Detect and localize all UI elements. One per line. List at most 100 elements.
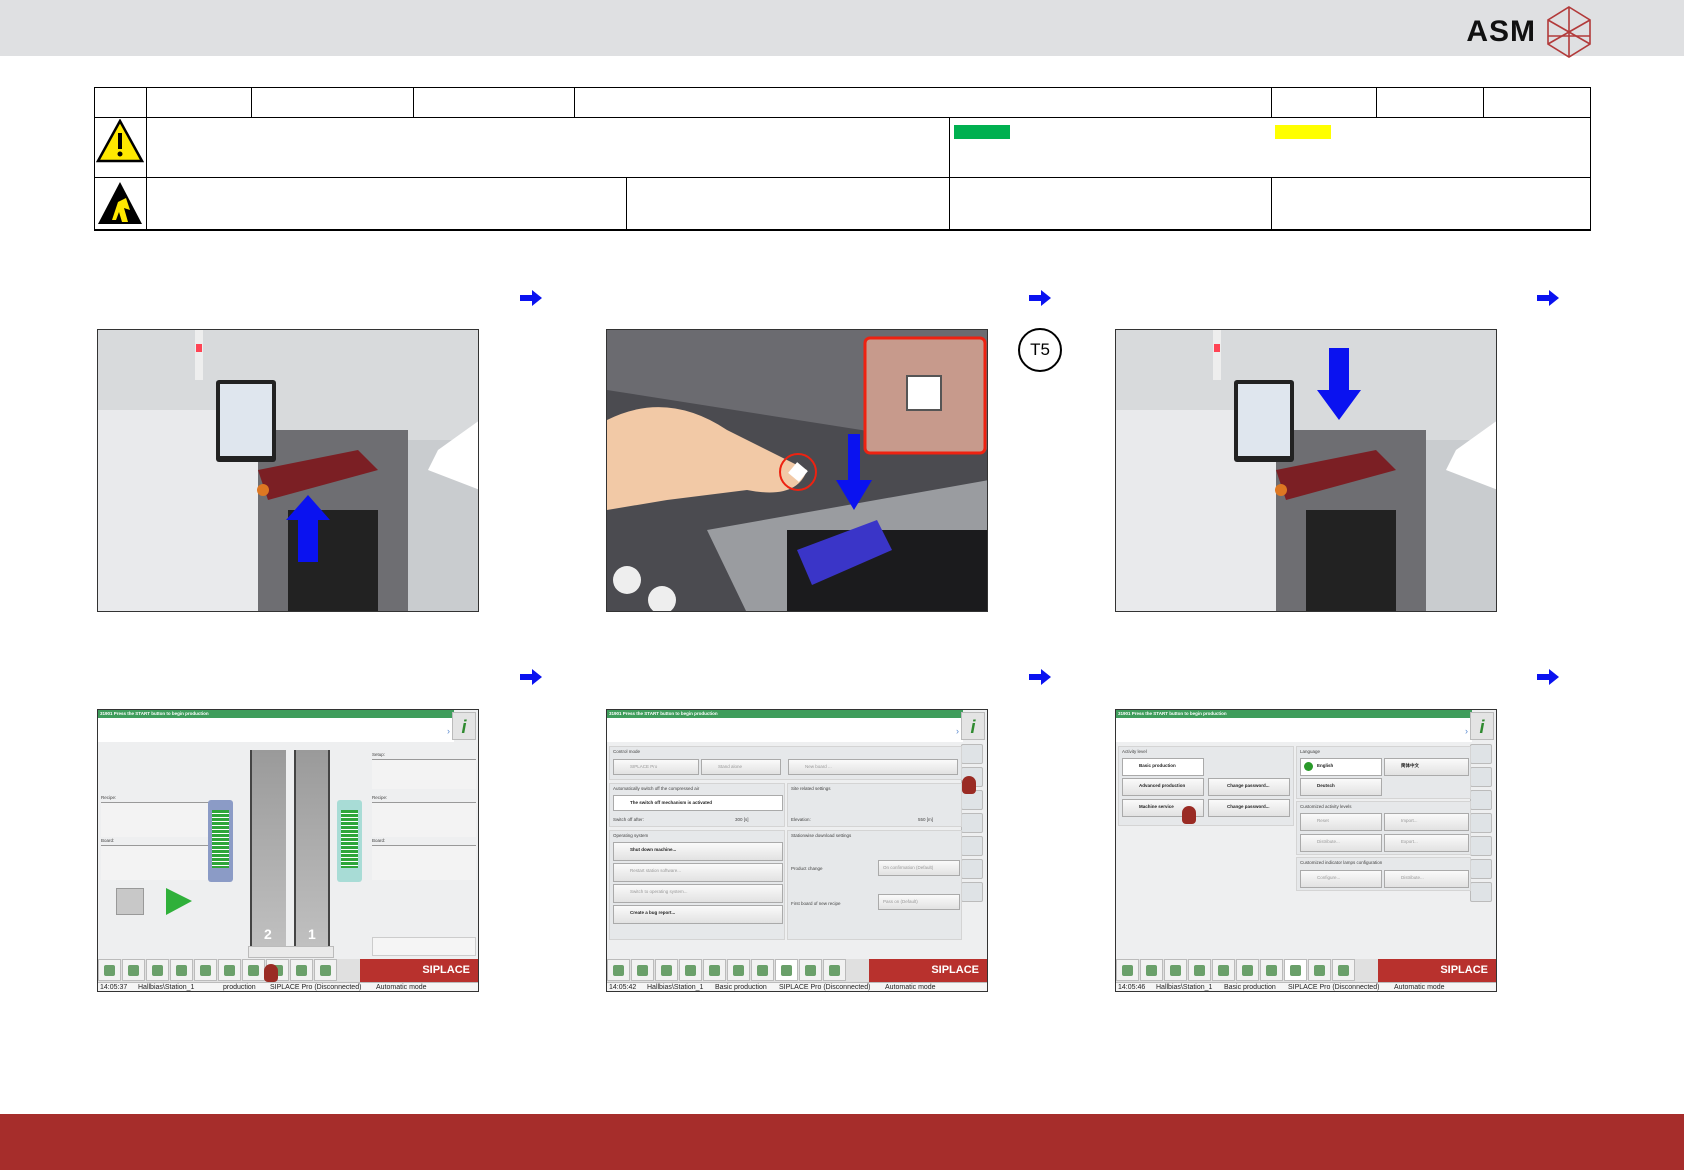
side-tab[interactable] [961,882,983,902]
download-settings-group: Stationwise download settings Product ch… [787,830,962,940]
toolbar-button[interactable] [146,959,169,981]
status-message: 31901 Press the START button to begin pr… [1116,710,1472,718]
toolbar-button[interactable] [655,959,678,981]
restart-software-button[interactable]: Restart station software... [613,863,783,882]
change-password-service-button[interactable]: Change password... [1208,799,1290,817]
side-tab[interactable] [1470,813,1492,833]
conveyor-lane-2: 2 [250,750,286,946]
basic-production-button[interactable]: Basic production [1122,758,1204,776]
side-tab[interactable] [961,744,983,764]
board-field-lane1 [372,845,476,880]
elevation-spinner[interactable]: 550 [m] [918,817,933,822]
arrow-right-icon [520,669,542,685]
toolbar-button[interactable] [1164,959,1187,981]
toolbar-button-settings[interactable] [775,959,798,981]
side-tab[interactable] [1470,744,1492,764]
toolbar-button[interactable] [194,959,217,981]
import-button[interactable]: Import... [1384,813,1469,831]
change-password-advanced-button[interactable]: Change password... [1208,778,1290,796]
toolbar-button[interactable] [751,959,774,981]
indicator-lamps-group: Customized indicator lamps configuration… [1296,857,1471,891]
info-button[interactable]: i [1470,712,1494,740]
pointing-hand-icon [962,776,976,794]
toolbar-button[interactable] [799,959,822,981]
new-board-button[interactable]: New board ... [788,759,958,775]
screen-production: 31901 Press the START button to begin pr… [97,709,479,992]
chevron-right-icon[interactable]: › [956,726,959,736]
machine-status-button[interactable] [372,937,476,956]
info-button[interactable]: i [961,712,985,740]
custom-activity-group: Customized activity levels Reset Import.… [1296,801,1471,855]
toolbar-button[interactable] [98,959,121,981]
language-group: Language English 简体中文 Deutsch [1296,746,1471,799]
toolbar-button[interactable] [170,959,193,981]
language-deutsch-radio[interactable]: Deutsch [1300,778,1382,796]
toolbar-button[interactable] [314,959,337,981]
board-label-lane2: Board: [101,838,115,843]
bug-report-button[interactable]: Create a bug report... [613,905,783,924]
photo-insert-nozzle [606,329,988,612]
language-chinese-radio[interactable]: 简体中文 [1384,758,1469,776]
chevron-right-icon[interactable]: › [447,726,450,736]
reset-button[interactable]: Reset [1300,813,1382,831]
configure-lamps-button[interactable]: Configure... [1300,870,1382,888]
toolbar-button[interactable] [1332,959,1355,981]
start-button[interactable] [166,888,192,915]
side-tab[interactable] [1470,882,1492,902]
site-settings-group: Site related settings Elevation: 550 [m] [787,783,962,827]
status-level: production [223,984,256,991]
compressed-air-group: Automatically switch off the compressed … [609,783,785,827]
toolbar-button[interactable] [1260,959,1283,981]
toolbar-button-settings[interactable] [1284,959,1307,981]
toolbar-button[interactable] [1188,959,1211,981]
side-tab[interactable] [961,836,983,856]
toolbar-button[interactable] [1116,959,1139,981]
info-button[interactable]: i [452,712,476,740]
yellow-swatch [1275,125,1331,139]
board-label-lane1: Board: [372,838,386,843]
toolbar-button[interactable] [703,959,726,981]
arrow-right-icon [1029,669,1051,685]
siplace-pro-button[interactable]: SIPLACE Pro [613,759,699,775]
activity-level-group: Activity level Basic production Advanced… [1118,746,1294,826]
stop-button[interactable] [116,888,144,915]
product-change-select[interactable]: On confirmation (Default) [878,860,960,876]
control-mode-group: Control mode SIPLACE Pro Stand alone New… [609,746,962,780]
toolbar-button[interactable] [122,959,145,981]
shut-down-button[interactable]: Shut down machine... [613,842,783,861]
toolbar-button[interactable] [679,959,702,981]
switch-os-button[interactable]: Switch to operating system... [613,884,783,903]
toolbar-button[interactable] [218,959,241,981]
switch-off-spinner[interactable]: 300 [s] [735,817,749,822]
stand-alone-button[interactable]: Stand alone [701,759,781,775]
side-tab[interactable] [1470,767,1492,787]
toolbar-button[interactable] [1308,959,1331,981]
first-board-select[interactable]: Pass on (Default) [878,894,960,910]
siplace-brand: SIPLACE [869,959,987,982]
operating-system-group: Operating system Shut down machine... Re… [609,830,785,940]
conveyor-width-button[interactable] [248,946,334,958]
toolbar-button[interactable] [1236,959,1259,981]
toolbar-button[interactable] [631,959,654,981]
chevron-right-icon[interactable]: › [1465,726,1468,736]
distribute-lamps-button[interactable]: Distribute... [1384,870,1469,888]
side-tab[interactable] [1470,790,1492,810]
toolbar-button[interactable] [242,959,265,981]
toolbar-button[interactable] [727,959,750,981]
side-tab[interactable] [1470,859,1492,879]
toolbar-button[interactable] [1140,959,1163,981]
toolbar-button[interactable] [290,959,313,981]
switch-off-checkbox[interactable]: The switch off mechanism is activated [613,795,783,811]
advanced-production-button[interactable]: Advanced production [1122,778,1204,796]
setup-label: Setup: [372,752,386,757]
toolbar-button[interactable] [823,959,846,981]
side-tab[interactable] [961,813,983,833]
side-tab[interactable] [961,859,983,879]
export-button[interactable]: Export... [1384,834,1469,852]
status-mode: Automatic mode [376,984,427,991]
toolbar-button[interactable] [1212,959,1235,981]
distribute-levels-button[interactable]: Distribute... [1300,834,1382,852]
recipe-field-lane1 [372,802,476,837]
toolbar-button[interactable] [607,959,630,981]
side-tab[interactable] [1470,836,1492,856]
